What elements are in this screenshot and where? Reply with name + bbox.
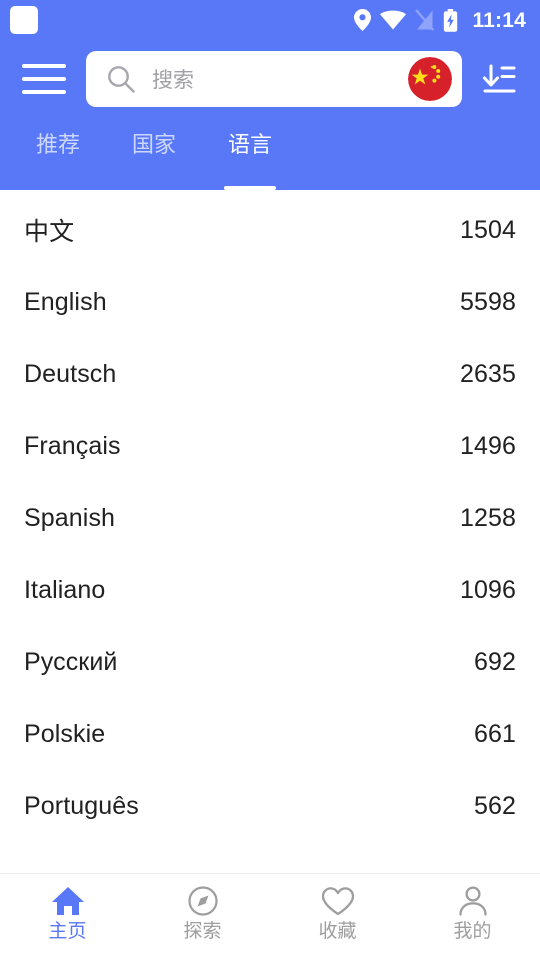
status-bar-left bbox=[10, 6, 38, 34]
table-row[interactable]: Français 1496 bbox=[0, 410, 540, 482]
app-header: 11:14 搜索 推荐 国家 语言 bbox=[0, 0, 540, 190]
language-name: Polskie bbox=[24, 719, 106, 748]
language-name: English bbox=[24, 287, 107, 316]
search-placeholder: 搜索 bbox=[152, 69, 194, 92]
table-row[interactable]: Português 562 bbox=[0, 770, 540, 842]
search-icon bbox=[108, 66, 135, 93]
nav-item-home[interactable]: 主页 bbox=[0, 884, 135, 943]
language-count: 1496 bbox=[459, 431, 516, 460]
nav-item-profile[interactable]: 我的 bbox=[405, 884, 540, 943]
tab-recommended-label: 推荐 bbox=[36, 132, 81, 157]
nav-item-favorites-label: 收藏 bbox=[318, 921, 357, 942]
language-count: 1258 bbox=[459, 503, 516, 532]
compass-icon bbox=[187, 884, 219, 918]
tab-underline bbox=[32, 186, 84, 190]
language-name: Spanish bbox=[24, 503, 116, 532]
home-icon bbox=[51, 884, 85, 918]
nav-item-explore[interactable]: 探索 bbox=[135, 884, 270, 943]
table-row[interactable]: 中文 1504 bbox=[0, 194, 540, 266]
language-name: Português bbox=[24, 791, 139, 820]
nav-item-home-label: 主页 bbox=[48, 921, 87, 942]
language-count: 5598 bbox=[459, 287, 516, 316]
language-name: Italiano bbox=[24, 575, 106, 604]
status-bar: 11:14 bbox=[0, 0, 540, 40]
language-count: 2635 bbox=[459, 359, 516, 388]
person-icon bbox=[457, 884, 489, 918]
language-name: 中文 bbox=[24, 218, 75, 246]
signal-no-service-icon bbox=[415, 9, 435, 31]
table-row[interactable]: Polskie 661 bbox=[0, 698, 540, 770]
nav-item-profile-label: 我的 bbox=[453, 921, 492, 942]
tab-language[interactable]: 语言 bbox=[202, 118, 298, 190]
table-row[interactable]: Deutsch 2635 bbox=[0, 338, 540, 410]
sort-descending-icon[interactable] bbox=[476, 56, 522, 102]
tab-underline bbox=[128, 186, 180, 190]
nav-item-explore-label: 探索 bbox=[183, 921, 222, 942]
white-square-icon bbox=[10, 6, 38, 34]
status-bar-right: 11:14 bbox=[354, 8, 526, 32]
language-count: 562 bbox=[473, 791, 516, 820]
tab-language-label: 语言 bbox=[228, 132, 273, 157]
hamburger-menu-icon[interactable] bbox=[22, 59, 70, 99]
china-flag-icon[interactable] bbox=[408, 57, 452, 101]
tab-recommended[interactable]: 推荐 bbox=[10, 118, 106, 190]
heart-icon bbox=[321, 884, 355, 918]
location-pin-icon bbox=[354, 9, 372, 31]
table-row[interactable]: Spanish 1258 bbox=[0, 482, 540, 554]
tab-underline bbox=[224, 186, 277, 190]
battery-charging-icon bbox=[444, 8, 458, 32]
language-name: Français bbox=[24, 431, 121, 460]
language-list: 中文 1504 English 5598 Deutsch 2635 França… bbox=[0, 190, 540, 873]
app-root: 11:14 搜索 推荐 国家 语言 中文 1504 English 5598 D… bbox=[0, 0, 540, 960]
table-row[interactable]: English 5598 bbox=[0, 266, 540, 338]
language-count: 661 bbox=[473, 719, 516, 748]
language-name: Русский bbox=[24, 647, 118, 676]
nav-item-favorites[interactable]: 收藏 bbox=[270, 884, 405, 943]
language-count: 1504 bbox=[459, 215, 516, 244]
tab-bar: 推荐 国家 语言 bbox=[0, 118, 540, 190]
app-bar: 搜索 bbox=[0, 40, 540, 118]
bottom-navigation: 主页 探索 收藏 我的 bbox=[0, 873, 540, 960]
search-input[interactable]: 搜索 bbox=[86, 51, 462, 107]
table-row[interactable]: Русский 692 bbox=[0, 626, 540, 698]
tab-country[interactable]: 国家 bbox=[106, 118, 202, 190]
table-row[interactable]: Italiano 1096 bbox=[0, 554, 540, 626]
wifi-icon bbox=[380, 10, 407, 30]
language-name: Deutsch bbox=[24, 359, 117, 388]
status-bar-clock: 11:14 bbox=[472, 8, 526, 32]
tab-country-label: 国家 bbox=[132, 132, 177, 157]
language-count: 1096 bbox=[459, 575, 516, 604]
language-count: 692 bbox=[473, 647, 516, 676]
